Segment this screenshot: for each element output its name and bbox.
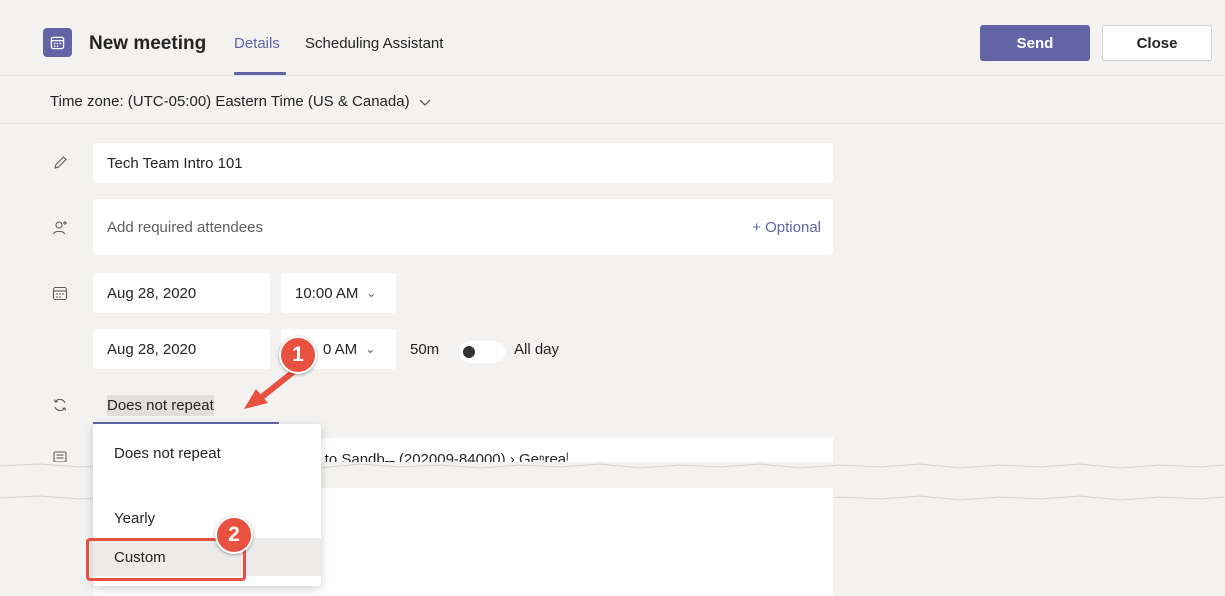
meeting-title-value: Tech Team Intro 101 — [107, 154, 243, 172]
tab-details[interactable]: Details — [234, 35, 280, 52]
tab-scheduling-assistant[interactable]: Scheduling Assistant — [305, 35, 443, 52]
callout-badge-2: 2 — [215, 516, 253, 554]
send-button[interactable]: Send — [980, 25, 1090, 61]
toggle-knob — [463, 346, 475, 358]
chevron-down-icon: ⌄ — [366, 286, 377, 300]
repeat-icon — [50, 395, 70, 415]
timezone-bar: Time zone: (UTC-05:00) Eastern Time (US … — [0, 77, 1225, 124]
callout-badge-1: 1 — [279, 336, 317, 374]
repeat-option-yearly[interactable]: Yearly — [93, 499, 321, 537]
attendees-placeholder: Add required attendees — [107, 218, 263, 236]
optional-attendees-link[interactable]: + Optional — [752, 219, 821, 236]
calendar-icon — [50, 283, 70, 303]
page-title: New meeting — [89, 33, 207, 54]
meeting-title-input[interactable]: Tech Team Intro 101 — [93, 143, 833, 183]
active-tab-indicator — [234, 72, 286, 75]
all-day-label: All day — [514, 341, 560, 358]
start-date-picker[interactable]: Aug 28, 2020 — [93, 273, 270, 313]
all-day-toggle[interactable] — [459, 341, 505, 363]
start-time-picker[interactable]: 10:00 AM ⌄ — [281, 273, 396, 313]
attendees-input[interactable]: Add required attendees + Optional — [93, 199, 833, 255]
timezone-selector[interactable]: Time zone: (UTC-05:00) Eastern Time (US … — [50, 93, 432, 110]
pencil-icon — [50, 153, 70, 173]
calendar-icon — [43, 28, 72, 57]
timezone-label: Time zone: (UTC-05:00) Eastern Time (US … — [50, 93, 410, 110]
chevron-down-icon: ⌄ — [365, 342, 376, 356]
end-date-value: Aug 28, 2020 — [107, 340, 197, 358]
repeat-option-does-not-repeat[interactable]: Does not repeat — [93, 434, 321, 472]
meeting-header: New meeting Details Scheduling Assistant… — [0, 0, 1225, 76]
chevron-down-icon — [419, 99, 431, 106]
add-person-icon — [50, 218, 70, 238]
repeat-value: Does not repeat — [107, 394, 214, 416]
close-button[interactable]: Close — [1102, 25, 1212, 61]
start-time-value: 10:00 AM — [295, 284, 359, 302]
duration-label: 50m — [410, 341, 440, 358]
start-date-value: Aug 28, 2020 — [107, 284, 197, 302]
